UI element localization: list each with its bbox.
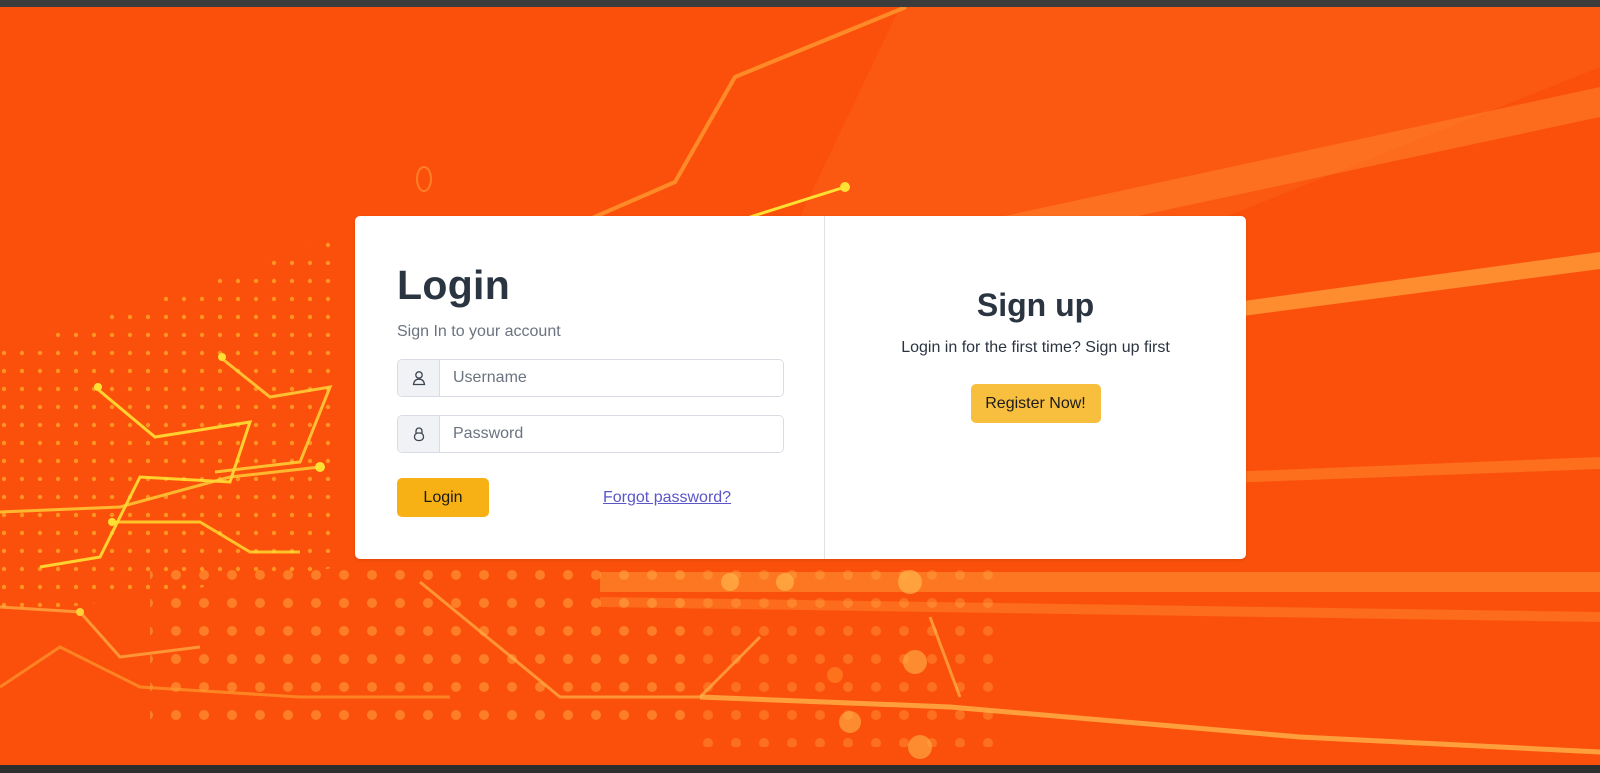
password-input[interactable] [440,416,783,452]
auth-card: Login Sign In to your account Username L… [355,216,1246,559]
login-subtitle: Sign In to your account [397,323,561,340]
login-actions: Login Forgot password? [397,478,782,517]
login-button[interactable]: Login [397,478,489,517]
forgot-password-link[interactable]: Forgot password? [603,489,731,507]
username-group [397,359,784,397]
user-icon [398,360,440,396]
username-input[interactable] [440,360,783,396]
signup-text: Login in for the first time? Sign up fir… [901,339,1170,356]
browser-viewport: Login Sign In to your account Username L… [0,0,1600,773]
user-icon-glyph [412,371,425,386]
bottom-bar [0,765,1600,773]
lock-icon [398,416,440,452]
password-group [397,415,784,453]
lock-icon-glyph [413,427,424,442]
login-panel: Login Sign In to your account Username L… [355,216,825,559]
register-button[interactable]: Register Now! [970,384,1101,423]
signup-panel: Sign up Login in for the first time? Sig… [825,216,1246,559]
top-bar [0,0,1600,7]
login-title: Login [397,262,511,308]
signup-title: Sign up [976,287,1095,323]
